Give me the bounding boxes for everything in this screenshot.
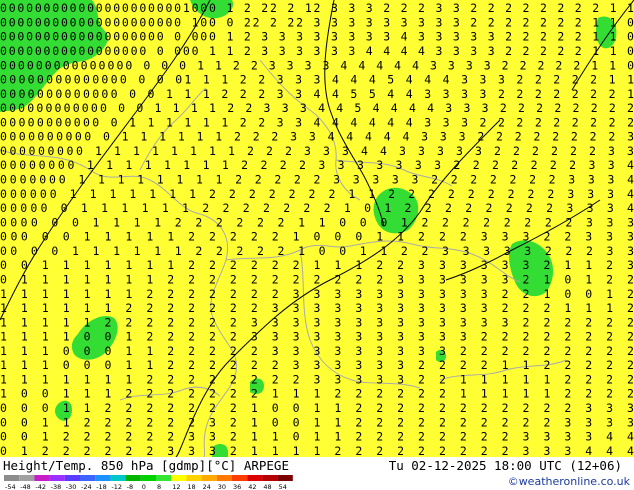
number-row: 1 1 1 0 0 0 1 1 2 2 2 2 2 2 3 3 3 3 3 3 … bbox=[0, 358, 634, 372]
color-scale-tick-label: 48 bbox=[263, 483, 271, 490]
color-swatch bbox=[186, 475, 202, 481]
color-scale-tick-label: -42 bbox=[35, 483, 46, 490]
color-swatch bbox=[247, 475, 263, 481]
number-row: 0 0 0 1 1 2 2 2 2 2 2 2 1 0 0 1 1 2 2 2 … bbox=[0, 401, 634, 415]
color-scale-tick-label: 36 bbox=[233, 483, 241, 490]
number-row: 1 1 1 0 0 0 1 1 2 2 2 2 2 3 3 3 3 3 3 3 … bbox=[0, 344, 634, 358]
color-swatch bbox=[232, 475, 248, 481]
credit-link[interactable]: ©weatheronline.co.uk bbox=[508, 475, 630, 488]
weather-map: 0000000000000000000001000 1 2 22 2 12 3 … bbox=[0, 0, 634, 457]
color-scale-tick-label: -38 bbox=[51, 483, 62, 490]
number-row: 1 1 1 1 1 1 1 2 2 2 2 2 2 2 3 3 3 3 3 3 … bbox=[0, 287, 634, 301]
number-row: 1 1 1 1 1 1 1 2 2 2 2 2 2 2 2 3 3 3 3 3 … bbox=[0, 372, 634, 386]
color-swatch bbox=[19, 475, 35, 481]
color-scale-tick-label: 24 bbox=[203, 483, 211, 490]
color-swatch bbox=[64, 475, 80, 481]
color-scale-bar: -54 -48 -42 -38 -30 -24 -18 -12 -8 0 8 12 18 24 30 36 42… bbox=[4, 475, 293, 490]
number-row: 1 1 1 1 1 1 2 2 2 2 2 2 2 3 3 3 3 3 3 3 … bbox=[0, 301, 634, 315]
number-row: 00000000000000 0 0 01 1 1 2 2 3 3 3 4 4 … bbox=[0, 73, 634, 87]
color-swatch bbox=[110, 475, 126, 481]
color-scale-tick-label: 42 bbox=[248, 483, 256, 490]
number-row: 1 1 1 1 0 0 1 2 2 2 2 2 3 3 3 3 3 3 3 3 … bbox=[0, 330, 634, 344]
color-swatch bbox=[80, 475, 96, 481]
color-swatch bbox=[125, 475, 141, 481]
color-scale-tick-label: -24 bbox=[81, 483, 92, 490]
color-scale-tick-label: 8 bbox=[157, 483, 161, 490]
number-row: 0 0 1 1 2 2 2 2 2 2 3 2 1 0 0 1 1 2 2 2 … bbox=[0, 415, 634, 429]
color-swatch bbox=[4, 475, 20, 481]
number-row: 0 1 2 2 2 2 2 2 3 3 3 2 1 1 1 1 2 2 2 2 … bbox=[0, 444, 634, 457]
number-row: 00000 0 1 1 1 1 1 1 2 2 2 2 2 2 2 1 0 1 … bbox=[0, 201, 634, 215]
number-row: 000000000000000 0 0 0 1 1 2 2 3 3 3 3 4 … bbox=[0, 58, 634, 72]
color-scale-tick-label: 18 bbox=[187, 483, 195, 490]
color-scale-tick-label: -48 bbox=[20, 483, 31, 490]
number-row: 0 0 1 1 1 1 1 1 1 2 2 2 2 2 2 1 1 1 2 2 … bbox=[0, 258, 634, 272]
color-swatch bbox=[156, 475, 172, 481]
color-scale-tick-label: 30 bbox=[218, 483, 226, 490]
color-swatch bbox=[277, 475, 293, 481]
color-swatch bbox=[216, 475, 232, 481]
map-footer: Height/Temp. 850 hPa [gdmp][°C] ARPEGE T… bbox=[0, 457, 634, 490]
number-row: 1 1 1 1 1 2 2 2 2 2 2 2 3 3 3 3 3 3 3 3 … bbox=[0, 315, 634, 329]
color-scale-tick-label: -18 bbox=[96, 483, 107, 490]
color-scale-tick-label: -8 bbox=[127, 483, 133, 490]
temperature-number-field: 0000000000000000000001000 1 2 22 2 12 3 … bbox=[0, 1, 634, 457]
color-swatch bbox=[171, 475, 187, 481]
number-row: 000000000 1 1 1 1 1 1 1 1 2 2 2 3 3 3 4 … bbox=[0, 144, 634, 158]
color-scale-tick-label: 12 bbox=[172, 483, 180, 490]
number-row: 000 0 0 1 1 1 1 1 2 2 2 2 2 1 0 0 0 1 1 … bbox=[0, 230, 634, 244]
number-row: 0000000000000 0 0 1 1 1 2 2 2 3 3 4 4 5 … bbox=[0, 87, 634, 101]
color-swatch bbox=[49, 475, 65, 481]
forecast-datetime: Tu 02-12-2025 18:00 UTC (12+06) bbox=[388, 458, 622, 473]
number-row: 0000000 1 1 1 1 1 1 1 1 2 2 2 2 2 3 3 3 … bbox=[0, 173, 634, 187]
number-row: 0 1 1 1 1 1 1 1 2 2 2 2 2 2 2 2 2 2 2 3 … bbox=[0, 272, 634, 286]
color-scale-tick-label: 54 bbox=[279, 483, 287, 490]
color-swatch bbox=[34, 475, 50, 481]
color-scale-tick-label: 0 bbox=[142, 483, 146, 490]
color-scale-tick-label: -30 bbox=[66, 483, 77, 490]
map-title: Height/Temp. 850 hPa [gdmp][°C] ARPEGE bbox=[3, 458, 289, 473]
map-canvas: 0000000000000000000001000 1 2 22 2 12 3 … bbox=[0, 0, 634, 457]
color-swatch bbox=[95, 475, 111, 481]
color-scale-tick-label: -54 bbox=[5, 483, 16, 490]
color-swatch bbox=[140, 475, 156, 481]
color-swatch bbox=[262, 475, 278, 481]
color-scale-tick-label: -12 bbox=[111, 483, 122, 490]
color-swatch bbox=[201, 475, 217, 481]
number-row: 0 0 1 2 2 2 2 2 2 3 3 2 1 1 0 1 1 2 2 2 … bbox=[0, 430, 634, 444]
number-row: 1 0 0 1 1 1 2 2 2 2 2 2 2 1 1 1 2 2 2 2 … bbox=[0, 387, 634, 401]
number-row: 00000000000 0 1 1 1 1 1 1 2 2 3 3 4 4 4 … bbox=[0, 115, 634, 129]
